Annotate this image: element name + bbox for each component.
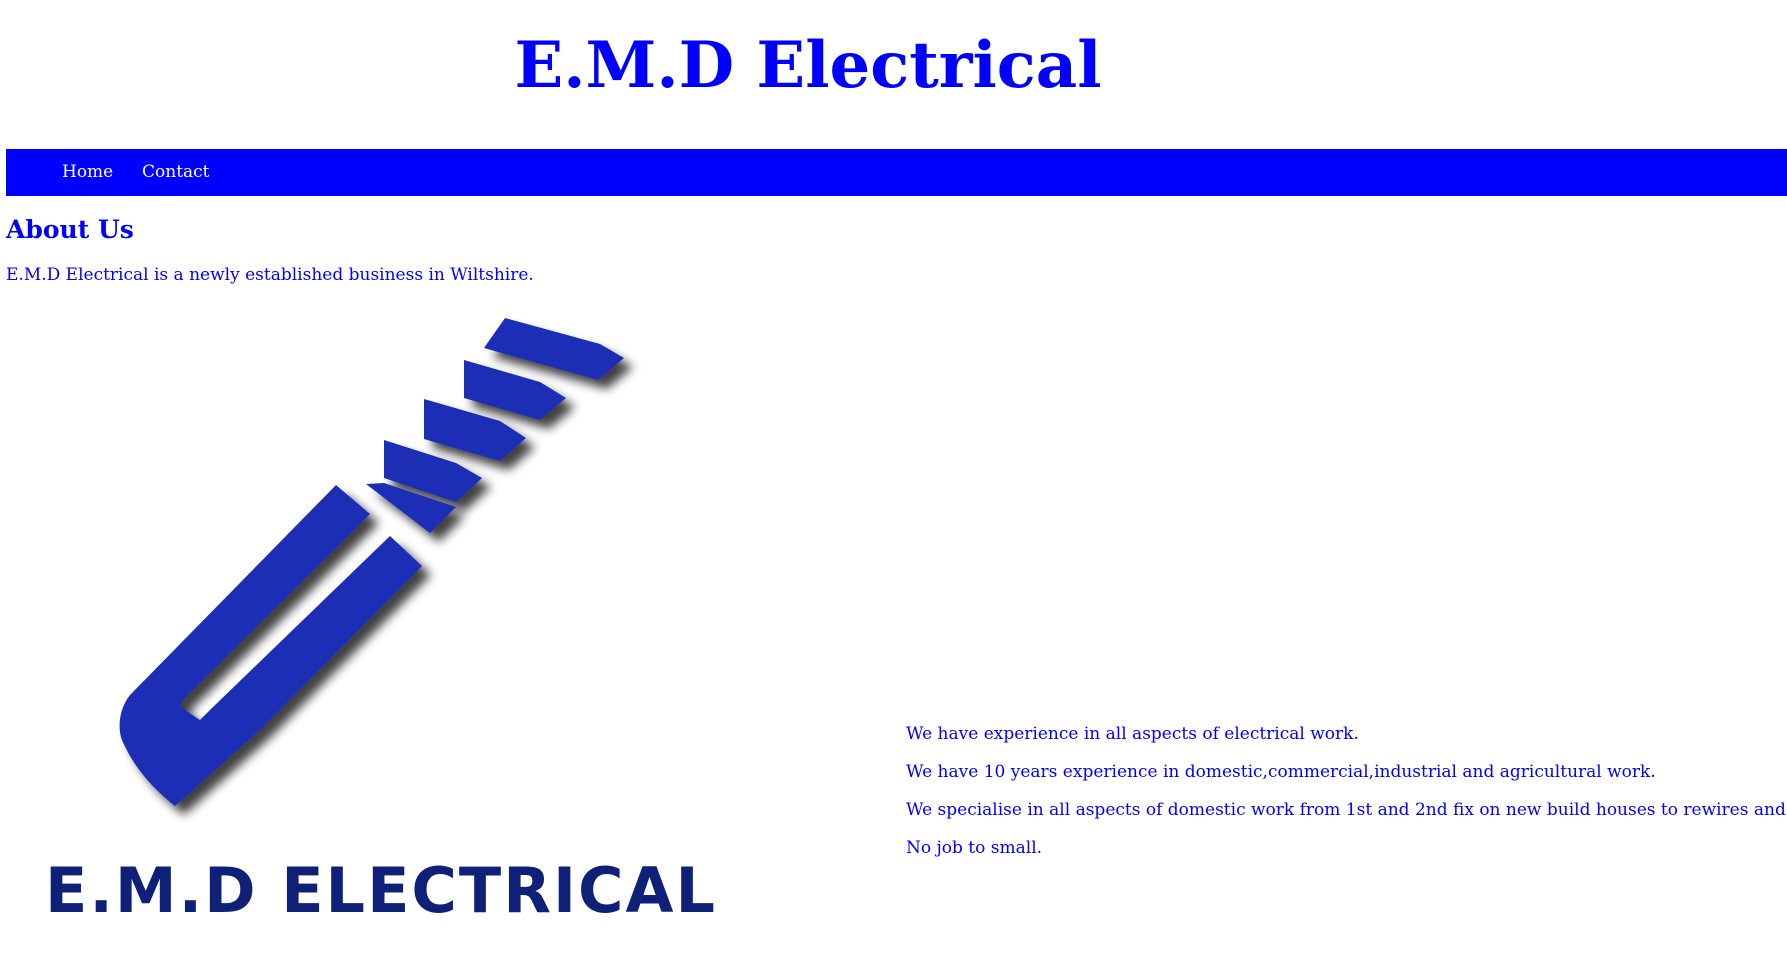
- about-points-list: We have experience in all aspects of ele…: [906, 723, 1787, 875]
- about-point: We have experience in all aspects of ele…: [906, 724, 1359, 744]
- nav-bar: Home Contact: [6, 149, 1787, 196]
- nav-link-contact[interactable]: Contact: [142, 162, 210, 182]
- about-heading: About Us: [6, 215, 134, 244]
- about-point: No job to small.: [906, 838, 1043, 858]
- emd-plug-logo-icon: [119, 318, 624, 806]
- nav-link-home[interactable]: Home: [62, 162, 113, 182]
- about-point: We have 10 years experience in domestic,…: [906, 762, 1656, 782]
- logo-wordmark: E.M.D ELECTRICAL: [45, 854, 717, 927]
- emd-logo-image: E.M.D ELECTRICAL: [45, 318, 717, 927]
- about-point: We specialise in all aspects of domestic…: [906, 800, 1787, 820]
- page: E.M.D Electrical Home Contact About Us E…: [0, 0, 1787, 957]
- about-intro: E.M.D Electrical is a newly established …: [6, 265, 534, 285]
- site-title: E.M.D Electrical: [514, 28, 1102, 103]
